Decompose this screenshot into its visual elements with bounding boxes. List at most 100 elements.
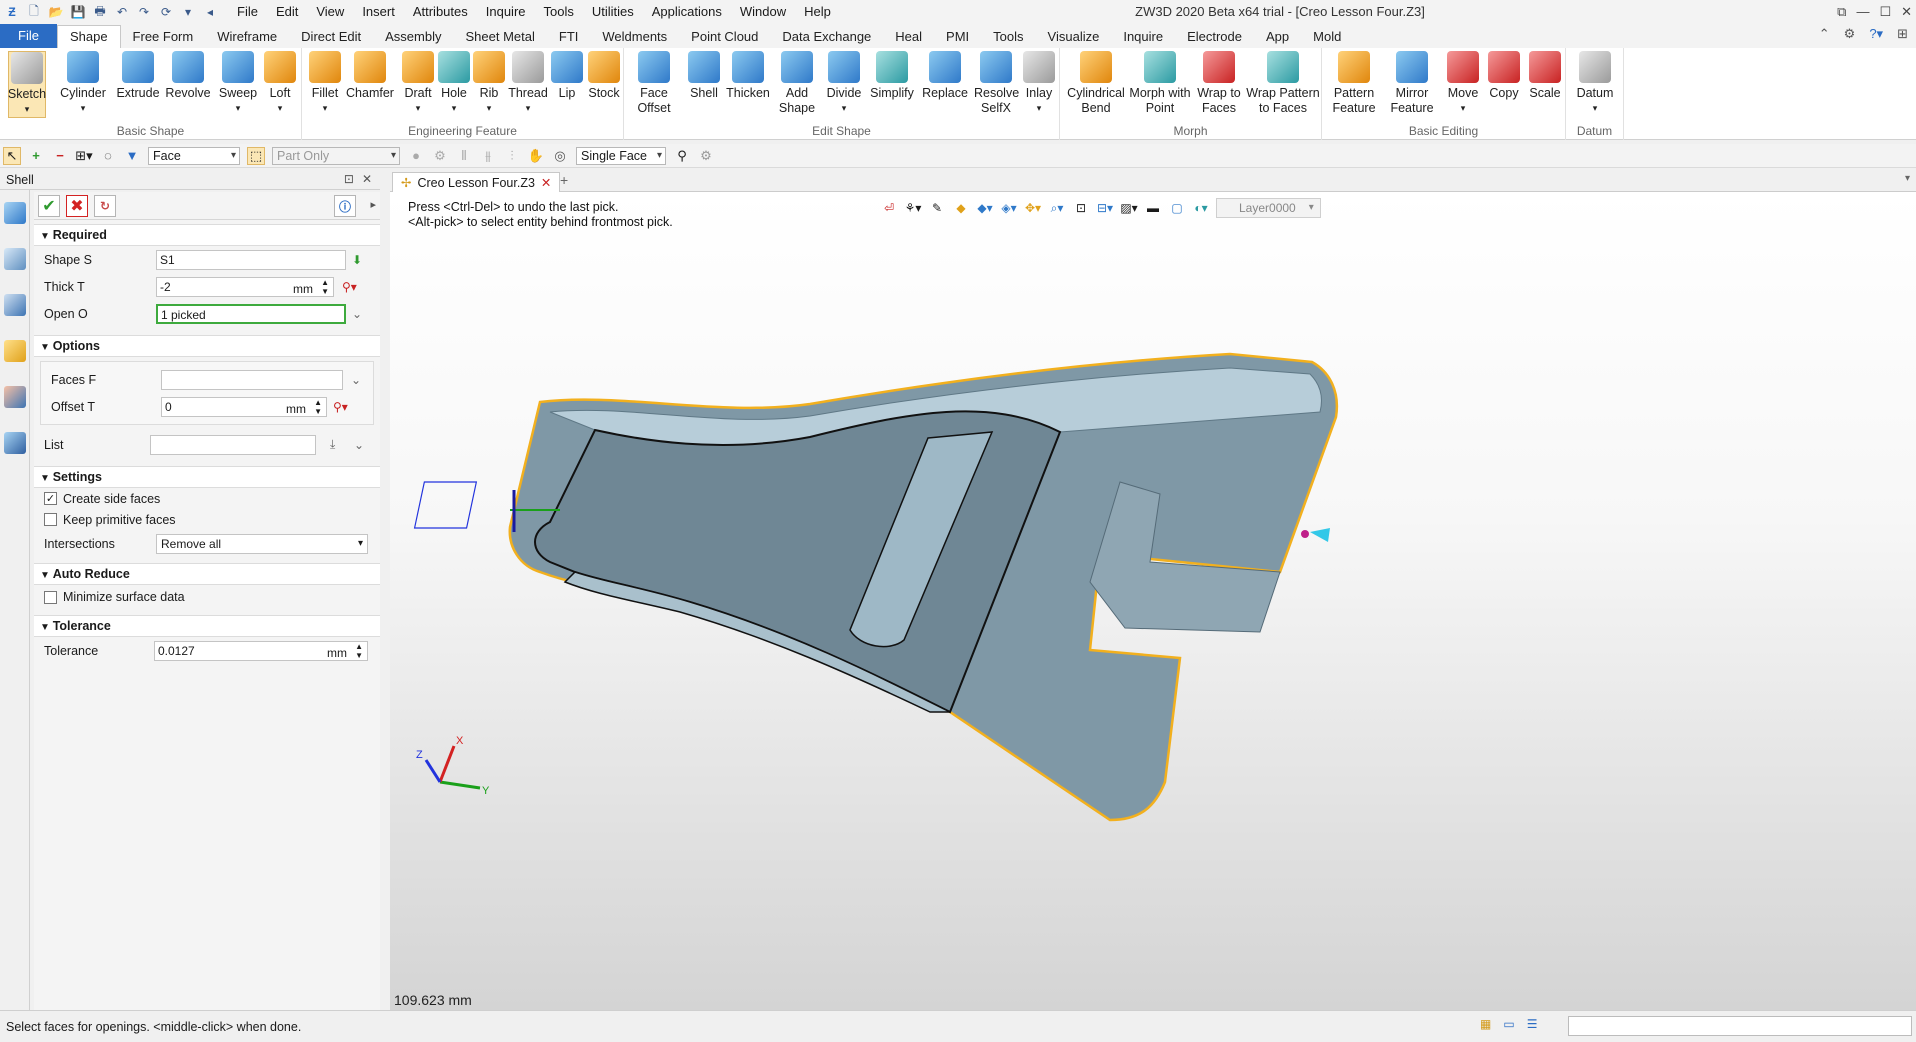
- tab-shape[interactable]: Shape: [56, 25, 121, 48]
- history-tree-icon[interactable]: [4, 248, 26, 270]
- menu-utilities[interactable]: Utilities: [583, 0, 643, 24]
- pick-mode-select[interactable]: Single Face: [576, 146, 666, 165]
- offset-field[interactable]: 0 mm ▲ ▼: [161, 396, 327, 417]
- ok-check-icon[interactable]: ✔: [38, 194, 60, 217]
- new-file-icon[interactable]: 🗋: [26, 4, 42, 20]
- lasso-icon[interactable]: ◌: [99, 147, 117, 165]
- close-tab-icon[interactable]: ✕: [541, 174, 551, 192]
- simplify-button[interactable]: Simplify: [868, 51, 916, 101]
- tab-free-form[interactable]: Free Form: [121, 26, 206, 48]
- apply-icon[interactable]: ↻: [94, 194, 116, 217]
- thick-measure-icon[interactable]: ⚲▾: [342, 280, 357, 294]
- open-expand-icon[interactable]: ⌄: [352, 307, 362, 321]
- offset-measure-icon[interactable]: ⚲▾: [333, 400, 348, 414]
- open-faces-field[interactable]: 1 picked: [156, 303, 346, 324]
- sketch-button[interactable]: Sketch ▾: [8, 51, 46, 118]
- resolve-selfx-button[interactable]: Resolve SelfX: [974, 51, 1019, 116]
- zoom-icon[interactable]: ⌕▾: [1048, 200, 1066, 216]
- cube-yellow-icon[interactable]: ◆: [952, 200, 970, 216]
- command-input[interactable]: [1568, 1016, 1912, 1036]
- section-view-icon[interactable]: ⊟▾: [1096, 200, 1114, 216]
- thick-field[interactable]: -2 mm ▲ ▼: [156, 276, 334, 297]
- document-tab[interactable]: ✢ Creo Lesson Four.Z3 ✕: [392, 172, 561, 192]
- part-scope-icon[interactable]: ⬚: [247, 146, 265, 165]
- face-mode-icon[interactable]: ◎: [551, 147, 569, 165]
- settings-gear-icon[interactable]: ⚙: [1844, 26, 1856, 42]
- maximize-icon[interactable]: ☐: [1879, 0, 1891, 24]
- menu-view[interactable]: View: [307, 0, 353, 24]
- undo-icon[interactable]: ↶: [114, 4, 130, 20]
- tab-app[interactable]: App: [1254, 26, 1301, 48]
- stock-button[interactable]: Stock: [586, 51, 622, 101]
- tab-list-icon[interactable]: ▾: [1905, 173, 1910, 184]
- redo-icon[interactable]: ↷: [136, 4, 152, 20]
- tab-point-cloud[interactable]: Point Cloud: [679, 26, 770, 48]
- close-icon[interactable]: ✕: [1901, 0, 1912, 24]
- screen-icon[interactable]: ▭: [1503, 1017, 1514, 1031]
- move-button[interactable]: Move ▾: [1444, 51, 1482, 116]
- shape-field[interactable]: S1: [156, 249, 346, 270]
- user-icon[interactable]: [4, 432, 26, 454]
- hole-button[interactable]: Hole ▾: [436, 51, 472, 116]
- divide-button[interactable]: Divide ▾: [824, 51, 864, 116]
- tab-visualize[interactable]: Visualize: [1036, 26, 1112, 48]
- reset-filter-icon[interactable]: ⚙: [431, 147, 449, 165]
- lip-button[interactable]: Lip: [550, 51, 584, 101]
- minimize-row[interactable]: Minimize surface data: [34, 585, 380, 609]
- minimize-icon[interactable]: —: [1856, 0, 1869, 24]
- pen-icon[interactable]: ✎: [928, 200, 946, 216]
- create-side-faces-checkbox[interactable]: ✓: [44, 492, 57, 505]
- help-icon[interactable]: ?▾: [1869, 26, 1883, 42]
- tab-weldments[interactable]: Weldments: [590, 26, 679, 48]
- section-options[interactable]: Options: [34, 335, 380, 357]
- panel-pin-icon[interactable]: ⊡: [344, 172, 354, 186]
- thread-button[interactable]: Thread ▾: [508, 51, 548, 116]
- chain-icon[interactable]: ⚲: [673, 147, 691, 165]
- scale-button[interactable]: Scale: [1526, 51, 1564, 101]
- save-icon[interactable]: 💾: [70, 4, 86, 20]
- add-pick-icon[interactable]: +: [27, 147, 45, 165]
- align-right-icon[interactable]: ⫶: [503, 147, 521, 165]
- tab-electrode[interactable]: Electrode: [1175, 26, 1254, 48]
- align-mid-icon[interactable]: ⫵: [479, 147, 497, 165]
- collapse-ribbon-icon[interactable]: ⌃: [1819, 26, 1830, 42]
- back-arrow-icon[interactable]: ◂: [202, 4, 218, 20]
- wrap-pattern-to-faces-button[interactable]: Wrap Pattern to Faces: [1246, 51, 1320, 116]
- scope-select[interactable]: Part Only: [272, 146, 400, 165]
- align-left-icon[interactable]: ⫴: [455, 147, 473, 165]
- list-import-icon[interactable]: ⤓: [330, 437, 335, 452]
- lock-icon[interactable]: ✋: [527, 147, 545, 165]
- shell-button[interactable]: Shell: [684, 51, 724, 101]
- graphics-viewport[interactable]: Press <Ctrl-Del> to undo the last pick. …: [390, 192, 1916, 1010]
- keep-primitive-faces-checkbox[interactable]: [44, 513, 57, 526]
- morph-with-point-button[interactable]: Morph with Point: [1128, 51, 1192, 116]
- keep-primitive-faces-row[interactable]: Keep primitive faces: [34, 509, 380, 530]
- tab-inquire[interactable]: Inquire: [1111, 26, 1175, 48]
- print-icon[interactable]: 🖶: [92, 4, 108, 20]
- menu-window[interactable]: Window: [731, 0, 795, 24]
- background-icon[interactable]: ▢: [1168, 200, 1186, 216]
- pick-icon[interactable]: ↖: [3, 146, 21, 165]
- tab-assembly[interactable]: Assembly: [373, 26, 453, 48]
- add-shape-button[interactable]: Add Shape: [774, 51, 820, 116]
- part-model[interactable]: [390, 192, 1916, 1010]
- list-view-icon[interactable]: ☰: [1527, 1017, 1538, 1031]
- menu-inquire[interactable]: Inquire: [477, 0, 535, 24]
- pick-marker-right[interactable]: [1301, 528, 1330, 542]
- layer-select[interactable]: Layer0000: [1216, 198, 1321, 218]
- menu-insert[interactable]: Insert: [353, 0, 404, 24]
- regen-icon[interactable]: ⟳: [158, 4, 174, 20]
- menu-attributes[interactable]: Attributes: [404, 0, 477, 24]
- draft-button[interactable]: Draft ▾: [400, 51, 436, 116]
- thick-spinner[interactable]: ▲ ▼: [321, 278, 329, 296]
- display-mode-icon[interactable]: ◈▾: [1000, 200, 1018, 216]
- layer-tools-icon[interactable]: ◐▾: [1192, 200, 1210, 216]
- extrude-button[interactable]: Extrude: [116, 51, 160, 101]
- mirror-feature-button[interactable]: Mirror Feature: [1384, 51, 1440, 116]
- faces-expand-icon[interactable]: ⌄: [351, 373, 361, 387]
- panel-expand-icon[interactable]: ▸: [370, 198, 376, 211]
- rib-button[interactable]: Rib ▾: [472, 51, 506, 116]
- wrap-to-faces-button[interactable]: Wrap to Faces: [1194, 51, 1244, 116]
- pin-icon[interactable]: ⊞: [1897, 26, 1908, 42]
- info-icon[interactable]: ⓘ: [334, 195, 356, 217]
